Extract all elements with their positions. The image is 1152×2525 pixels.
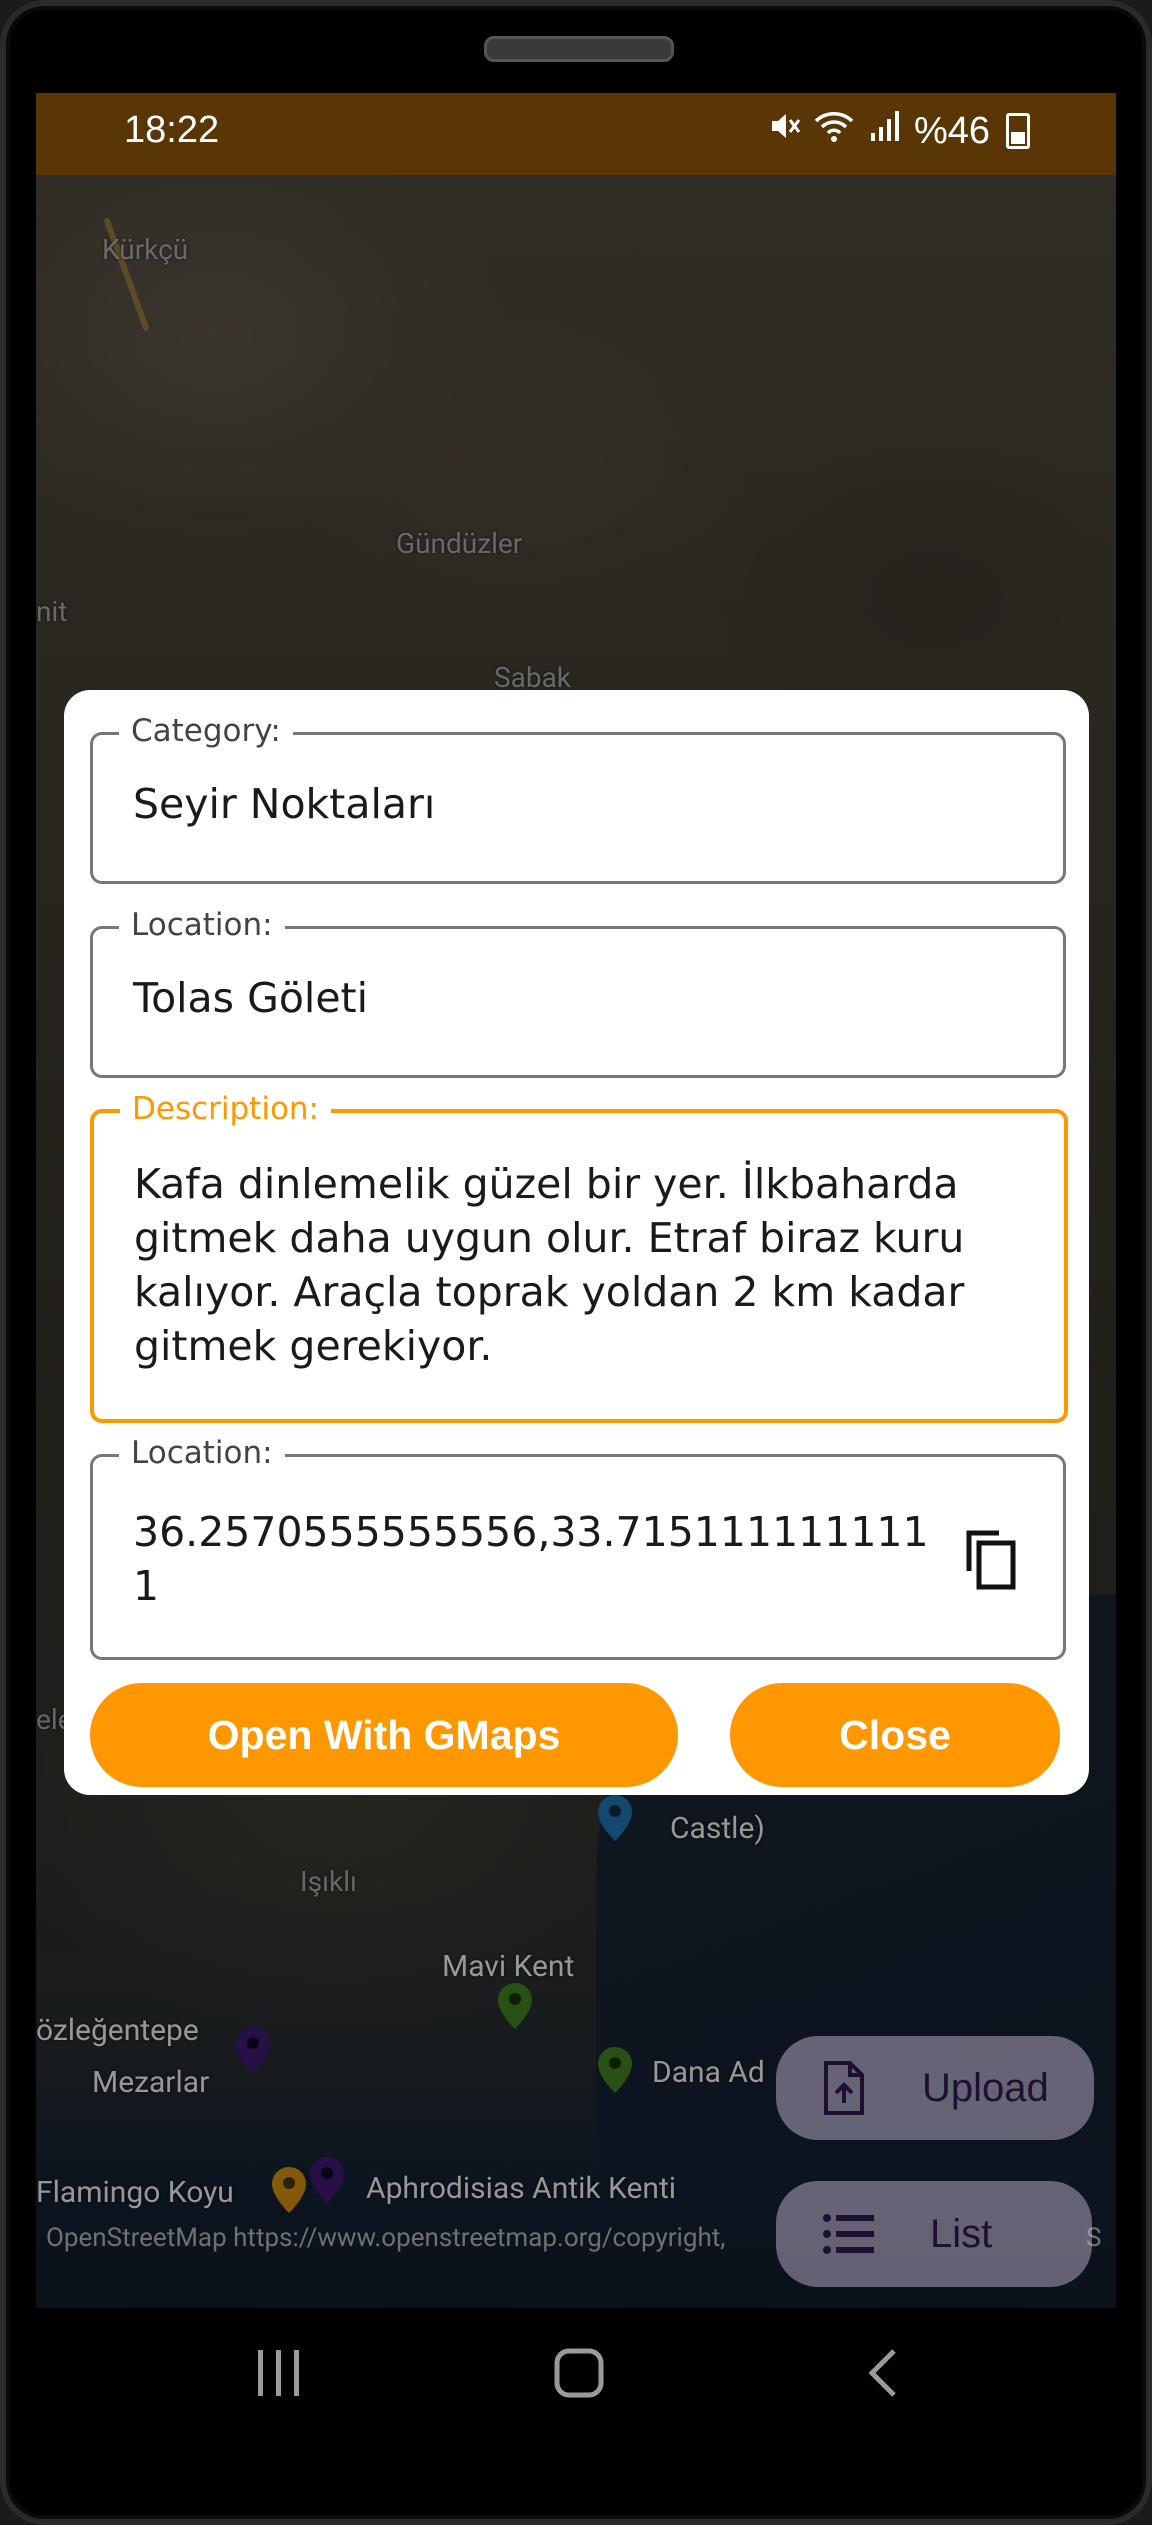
description-field[interactable]: Description: Kafa dinlemelik güzel bir y… xyxy=(90,1091,1068,1423)
location-detail-dialog: Category: Seyir Noktaları Location: Tola… xyxy=(64,690,1089,1795)
coordinates-label: Location: xyxy=(119,1435,285,1471)
upload-fab[interactable]: Upload xyxy=(776,2036,1094,2140)
status-time: 18:22 xyxy=(124,109,220,151)
list-label: List xyxy=(930,2211,993,2256)
category-value[interactable]: Seyir Noktaları xyxy=(133,777,1023,831)
battery-percent: %46 xyxy=(913,109,990,152)
signal-icon xyxy=(868,109,902,153)
coordinates-field[interactable]: Location: 36.2570555555556,33.7151111111… xyxy=(90,1435,1066,1660)
mute-icon xyxy=(768,109,802,153)
home-icon[interactable] xyxy=(554,2348,604,2398)
copy-icon[interactable] xyxy=(963,1527,1019,1591)
screen: 18:22 %46 Kürkçü Gündüzler nit Sabak ele… xyxy=(36,93,1116,2308)
battery-icon xyxy=(1006,113,1030,149)
upload-label: Upload xyxy=(922,2065,1049,2110)
location-label: Location: xyxy=(119,907,285,943)
coordinates-value[interactable]: 36.2570555555556,33.7151111111111 xyxy=(133,1505,943,1613)
speaker-grille xyxy=(484,36,674,62)
location-value[interactable]: Tolas Göleti xyxy=(133,971,1023,1025)
wifi-icon xyxy=(814,109,856,153)
open-with-gmaps-button[interactable]: Open With GMaps xyxy=(90,1683,678,1787)
list-icon xyxy=(822,2212,874,2256)
status-icons: %46 xyxy=(768,109,1030,153)
close-button[interactable]: Close xyxy=(730,1683,1060,1787)
status-bar: 18:22 %46 xyxy=(36,93,1116,175)
list-fab[interactable]: List xyxy=(776,2181,1092,2287)
description-label: Description: xyxy=(120,1091,331,1127)
recent-apps-icon[interactable] xyxy=(256,2348,302,2398)
file-upload-icon xyxy=(822,2061,866,2115)
location-name-field[interactable]: Location: Tolas Göleti xyxy=(90,907,1066,1078)
back-icon[interactable] xyxy=(866,2348,898,2398)
category-label: Category: xyxy=(119,713,293,749)
description-value[interactable]: Kafa dinlemelik güzel bir yer. İlkbahard… xyxy=(134,1157,1024,1373)
phone-frame: 18:22 %46 Kürkçü Gündüzler nit Sabak ele… xyxy=(0,0,1152,2525)
category-field[interactable]: Category: Seyir Noktaları xyxy=(90,713,1066,884)
system-navigation-bar xyxy=(36,2308,1116,2444)
